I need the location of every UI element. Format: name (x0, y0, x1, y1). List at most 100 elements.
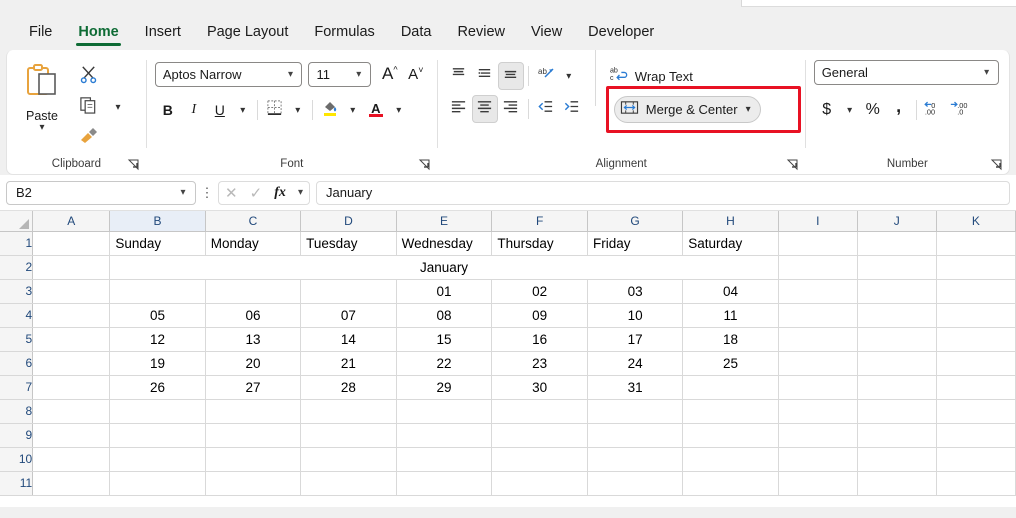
align-top-button[interactable] (446, 62, 472, 90)
tab-review[interactable]: Review (446, 24, 516, 50)
column-header-g[interactable]: G (587, 211, 684, 232)
cell-d9[interactable] (300, 423, 397, 448)
cell-a11[interactable] (32, 471, 111, 496)
wrap-text-button[interactable]: ab c Wrap Text (602, 62, 700, 90)
row-header-8[interactable]: 8 (0, 399, 34, 424)
cell-f9[interactable] (491, 423, 588, 448)
cell-j9[interactable] (857, 423, 937, 448)
cell-j2[interactable] (857, 255, 937, 280)
cell-h9[interactable] (682, 423, 779, 448)
align-right-button[interactable] (498, 95, 524, 123)
cell-b7[interactable]: 26 (109, 375, 206, 400)
row-header-7[interactable]: 7 (0, 375, 34, 400)
tab-formulas[interactable]: Formulas (303, 24, 385, 50)
alignment-dialog-launcher[interactable] (786, 158, 799, 171)
cell-a5[interactable] (32, 327, 111, 352)
cell-f11[interactable] (491, 471, 588, 496)
column-header-a[interactable]: A (32, 211, 111, 232)
cell-h1[interactable]: Saturday (682, 231, 779, 256)
cell-b8[interactable] (109, 399, 206, 424)
copy-button[interactable] (73, 93, 103, 121)
fill-color-button[interactable] (317, 96, 343, 124)
cell-a10[interactable] (32, 447, 111, 472)
font-name-chevron-down-icon[interactable]: ▾ (281, 69, 299, 80)
cell-c8[interactable] (205, 399, 302, 424)
cell-j5[interactable] (857, 327, 937, 352)
orientation-chevron-down-icon[interactable]: ▾ (559, 62, 579, 90)
cell-g5[interactable]: 17 (587, 327, 684, 352)
column-header-k[interactable]: K (936, 211, 1016, 232)
cell-d6[interactable]: 21 (300, 351, 397, 376)
row-header-2[interactable]: 2 (0, 255, 34, 280)
increase-decimal-button[interactable]: 0 .00 (921, 96, 947, 124)
cell-f6[interactable]: 23 (491, 351, 588, 376)
number-format-chevron-down-icon[interactable]: ▾ (978, 67, 996, 78)
cell-c1[interactable]: Monday (205, 231, 302, 256)
cell-d1[interactable]: Tuesday (300, 231, 397, 256)
tab-file[interactable]: File (18, 24, 63, 50)
cell-g9[interactable] (587, 423, 684, 448)
cell-h4[interactable]: 11 (682, 303, 779, 328)
column-header-b[interactable]: B (109, 211, 206, 232)
font-color-chevron-down-icon[interactable]: ▾ (389, 96, 409, 124)
cell-c4[interactable]: 06 (205, 303, 302, 328)
cell-i2[interactable] (778, 255, 858, 280)
row-header-10[interactable]: 10 (0, 447, 34, 472)
cell-b9[interactable] (109, 423, 206, 448)
cell-c9[interactable] (205, 423, 302, 448)
cell-j10[interactable] (857, 447, 937, 472)
cell-j6[interactable] (857, 351, 937, 376)
formula-input[interactable]: January (316, 180, 1010, 205)
cell-k7[interactable] (936, 375, 1016, 400)
comma-style-button[interactable]: , (886, 96, 912, 124)
cell-d4[interactable]: 07 (300, 303, 397, 328)
column-header-e[interactable]: E (396, 211, 493, 232)
cell-i4[interactable] (778, 303, 858, 328)
align-bottom-button[interactable] (497, 62, 524, 90)
formula-bar-more-icon[interactable]: ⋮ (196, 185, 218, 201)
copy-chevron-down-icon[interactable]: ▾ (103, 93, 133, 121)
cell-j7[interactable] (857, 375, 937, 400)
align-center-button[interactable] (471, 95, 498, 123)
tab-home[interactable]: Home (67, 24, 129, 50)
tab-insert[interactable]: Insert (134, 24, 192, 50)
cell-i7[interactable] (778, 375, 858, 400)
paste-button[interactable]: Paste ▾ (15, 58, 69, 133)
cell-a2[interactable] (32, 255, 111, 280)
cell-j4[interactable] (857, 303, 937, 328)
row-header-4[interactable]: 4 (0, 303, 34, 328)
cell-a4[interactable] (32, 303, 111, 328)
tab-page-layout[interactable]: Page Layout (196, 24, 299, 50)
decrease-indent-button[interactable] (533, 95, 559, 123)
cell-i1[interactable] (778, 231, 858, 256)
cut-button[interactable] (73, 63, 103, 91)
cell-h3[interactable]: 04 (682, 279, 779, 304)
cell-k2[interactable] (936, 255, 1016, 280)
cell-f4[interactable]: 09 (491, 303, 588, 328)
cell-g8[interactable] (587, 399, 684, 424)
cell-i8[interactable] (778, 399, 858, 424)
cell-b11[interactable] (109, 471, 206, 496)
cell-f10[interactable] (491, 447, 588, 472)
name-box[interactable]: B2 ▾ (6, 180, 196, 205)
cell-k5[interactable] (936, 327, 1016, 352)
row-header-5[interactable]: 5 (0, 327, 34, 352)
number-dialog-launcher[interactable] (990, 158, 1003, 171)
cell-k9[interactable] (936, 423, 1016, 448)
tab-data[interactable]: Data (390, 24, 443, 50)
cell-i11[interactable] (778, 471, 858, 496)
cell-a1[interactable] (32, 231, 111, 256)
cell-d8[interactable] (300, 399, 397, 424)
cell-j8[interactable] (857, 399, 937, 424)
cell-a7[interactable] (32, 375, 111, 400)
cell-g11[interactable] (587, 471, 684, 496)
cell-b5[interactable]: 12 (109, 327, 206, 352)
row-header-1[interactable]: 1 (0, 231, 34, 256)
cell-e6[interactable]: 22 (396, 351, 493, 376)
column-header-d[interactable]: D (300, 211, 397, 232)
cell-b3[interactable] (109, 279, 206, 304)
number-format-combobox[interactable]: General ▾ (813, 60, 999, 85)
font-name-combobox[interactable]: Aptos Narrow ▾ (154, 61, 303, 87)
cell-g1[interactable]: Friday (587, 231, 684, 256)
formula-chevron-down-icon[interactable]: ▾ (298, 187, 303, 198)
